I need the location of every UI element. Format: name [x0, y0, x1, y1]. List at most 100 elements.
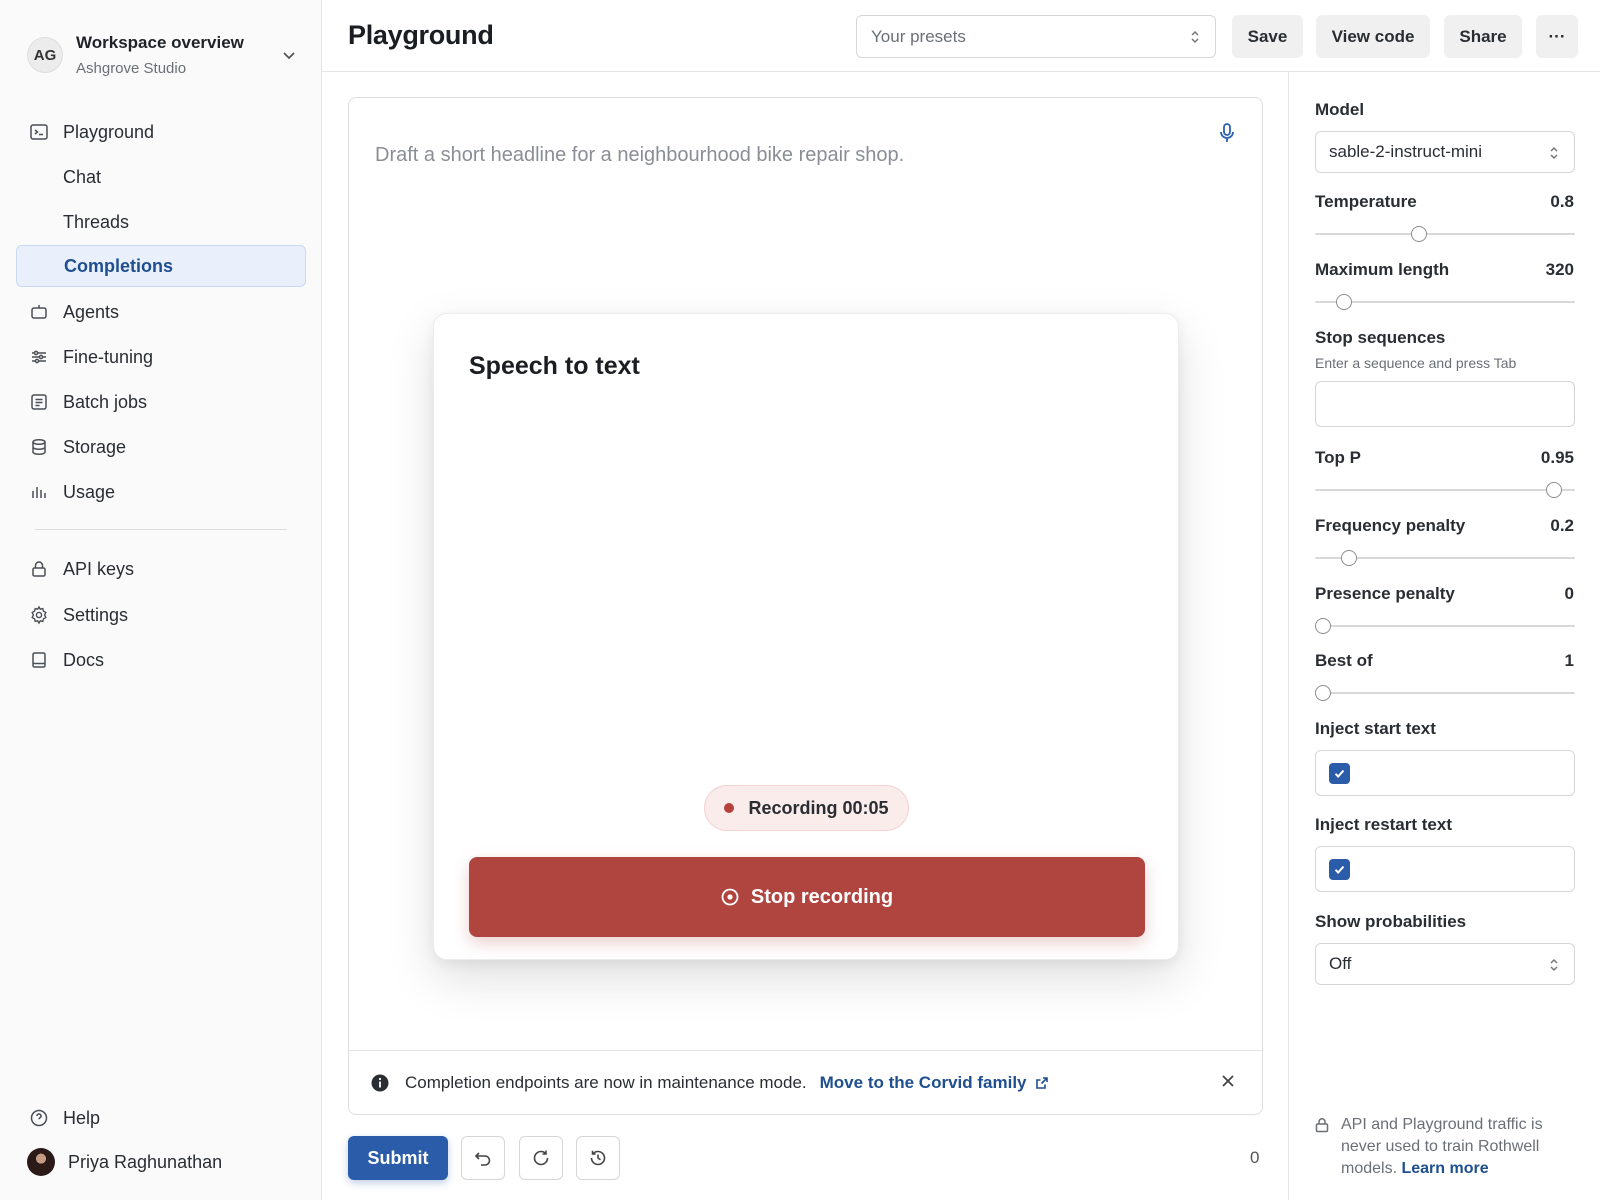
max-length-value: 320	[1545, 260, 1574, 279]
sidebar-item-docs[interactable]: Docs	[16, 639, 306, 681]
show-probabilities-select[interactable]: Off	[1315, 943, 1575, 985]
slider-thumb[interactable]	[1411, 226, 1427, 242]
stop-sequences-input[interactable]	[1315, 381, 1575, 427]
best-of-slider[interactable]	[1314, 683, 1575, 703]
help-icon	[28, 1107, 50, 1129]
inject-start-label: Inject start text	[1315, 719, 1436, 738]
presence-penalty-slider[interactable]	[1314, 616, 1575, 636]
sidebar-item-label: Settings	[63, 604, 129, 625]
checkmark-icon	[1334, 865, 1345, 874]
page-title: Playground	[348, 20, 494, 50]
inject-restart-checkbox[interactable]	[1329, 859, 1350, 880]
workspace-title: Workspace overview	[76, 33, 244, 52]
database-icon	[28, 436, 50, 458]
sidebar-item-completions[interactable]: Completions	[16, 245, 306, 287]
top-p-value: 0.95	[1540, 448, 1574, 467]
presence-penalty-label: Presence penalty	[1315, 584, 1455, 603]
save-button[interactable]: Save	[1232, 15, 1303, 58]
submit-button[interactable]: Submit	[348, 1136, 448, 1180]
chevron-down-icon	[283, 52, 295, 60]
sidebar-item-label: Fine-tuning	[63, 346, 154, 367]
inject-restart-field	[1315, 846, 1575, 892]
history-button[interactable]	[576, 1136, 620, 1180]
privacy-note: API and Playground traffic is never used…	[1315, 1114, 1577, 1180]
sidebar-item-label: Chat	[63, 166, 102, 187]
token-count: 0	[1250, 1148, 1260, 1167]
presets-select[interactable]: Your presets	[856, 15, 1216, 58]
model-select[interactable]: sable-2-instruct-mini	[1315, 131, 1575, 173]
microphone-icon[interactable]	[1218, 122, 1236, 144]
recording-status-text: Recording 00:05	[748, 797, 889, 818]
history-icon	[590, 1150, 606, 1166]
sidebar-item-label: Playground	[63, 121, 155, 142]
temperature-slider[interactable]	[1315, 224, 1575, 244]
sidebar-item-playground[interactable]: Playground	[16, 111, 306, 153]
temperature-label: Temperature	[1315, 192, 1417, 211]
more-options-button[interactable]: ···	[1536, 15, 1578, 58]
book-icon	[28, 649, 50, 671]
inject-start-checkbox[interactable]	[1329, 763, 1350, 784]
robot-icon	[28, 301, 50, 323]
slider-thumb[interactable]	[1335, 294, 1352, 310]
sidebar-item-storage[interactable]: Storage	[16, 426, 306, 468]
sidebar-divider	[35, 529, 287, 530]
stop-recording-button[interactable]: Stop recording	[469, 857, 1145, 937]
top-bar: Playground Your presets Save View code S…	[322, 0, 1600, 72]
slider-track	[1315, 233, 1575, 235]
bar-chart-icon	[28, 481, 50, 503]
user-profile[interactable]: Priya Raghunathan	[27, 1148, 222, 1176]
view-code-button[interactable]: View code	[1316, 15, 1430, 58]
sidebar-item-label: Docs	[63, 649, 105, 670]
learn-more-link[interactable]: Learn more	[1401, 1160, 1488, 1177]
max-length-slider[interactable]	[1315, 292, 1575, 312]
privacy-text-block: API and Playground traffic is never used…	[1341, 1114, 1577, 1180]
sidebar-item-help[interactable]: Help	[16, 1097, 306, 1139]
sidebar-item-usage[interactable]: Usage	[16, 471, 306, 513]
lock-icon	[1315, 1118, 1329, 1133]
maintenance-notice: Completion endpoints are now in maintena…	[349, 1050, 1262, 1114]
share-button[interactable]: Share	[1444, 15, 1522, 58]
undo-button[interactable]	[461, 1136, 505, 1180]
sidebar-item-label: Agents	[63, 301, 120, 322]
updown-chevron-icon	[1550, 958, 1558, 972]
corvid-family-link[interactable]: Move to the Corvid family	[820, 1073, 1049, 1093]
lock-icon	[28, 558, 50, 580]
frequency-penalty-label: Frequency penalty	[1315, 516, 1466, 535]
max-length-label: Maximum length	[1315, 260, 1450, 279]
slider-thumb[interactable]	[1340, 550, 1357, 566]
external-link-icon	[1035, 1076, 1048, 1089]
model-value: sable-2-instruct-mini	[1329, 142, 1483, 161]
inject-restart-label: Inject restart text	[1315, 815, 1452, 834]
sidebar-item-label: Completions	[64, 255, 174, 276]
sidebar-item-chat[interactable]: Chat	[16, 156, 306, 198]
stop-recording-label: Stop recording	[750, 885, 894, 908]
info-icon	[371, 1074, 389, 1091]
sidebar-item-agents[interactable]: Agents	[16, 291, 306, 333]
sidebar-item-batch-jobs[interactable]: Batch jobs	[16, 381, 306, 423]
sidebar-item-api-keys[interactable]: API keys	[16, 548, 306, 590]
sidebar-item-label: Storage	[63, 436, 127, 457]
prompt-placeholder: Draft a short headline for a neighbourho…	[375, 144, 905, 166]
workspace-switcher[interactable]: AG Workspace overview Ashgrove Studio	[27, 30, 299, 80]
top-p-slider[interactable]	[1315, 480, 1575, 500]
dialog-title: Speech to text	[469, 352, 640, 380]
frequency-penalty-slider[interactable]	[1315, 548, 1575, 568]
slider-track	[1315, 489, 1575, 491]
user-name: Priya Raghunathan	[68, 1151, 223, 1172]
sidebar-item-threads[interactable]: Threads	[16, 201, 306, 243]
slider-thumb[interactable]	[1314, 618, 1331, 634]
frequency-penalty-value: 0.2	[1550, 516, 1574, 535]
slider-thumb[interactable]	[1314, 685, 1331, 701]
close-icon[interactable]	[1220, 1073, 1236, 1089]
speech-to-text-dialog: Speech to text Recording 00:05 Stop reco…	[433, 313, 1179, 960]
workspace-text: Workspace overview Ashgrove Studio	[76, 33, 279, 77]
recording-status-badge: Recording 00:05	[704, 785, 909, 831]
slider-thumb[interactable]	[1546, 482, 1563, 498]
regenerate-button[interactable]	[519, 1136, 563, 1180]
show-probabilities-value: Off	[1329, 954, 1352, 973]
sidebar-item-settings[interactable]: Settings	[16, 594, 306, 636]
presence-penalty-value: 0	[1564, 584, 1574, 603]
recording-dot-icon	[724, 803, 735, 813]
sidebar-item-fine-tuning[interactable]: Fine-tuning	[16, 336, 306, 378]
undo-icon	[474, 1152, 491, 1166]
